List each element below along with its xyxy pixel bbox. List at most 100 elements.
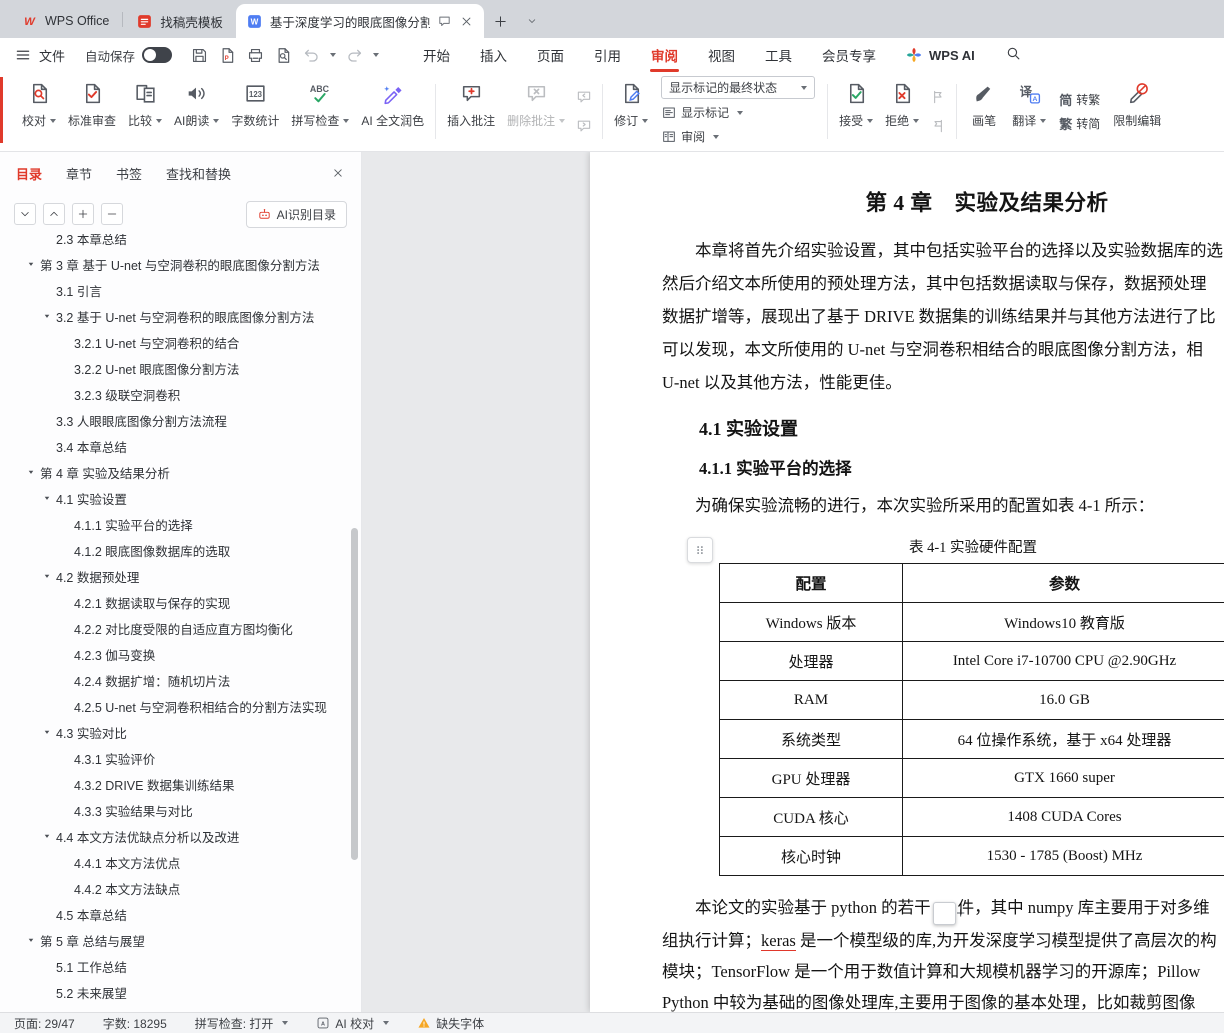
comment-bubble-icon[interactable] bbox=[437, 14, 452, 29]
outline-item[interactable]: 4.2.1 数据读取与保存的实现 bbox=[0, 589, 361, 615]
outline-item[interactable]: 4.2.4 数据扩增：随机切片法 bbox=[0, 667, 361, 693]
outline-item[interactable]: 第 5 章 总结与展望 bbox=[0, 927, 361, 953]
word-count-indicator[interactable]: 字数: 18295 bbox=[103, 1015, 167, 1032]
new-tab-button[interactable] bbox=[484, 4, 517, 38]
outline-item[interactable]: 3.2.2 U-net 眼底图像分割方法 bbox=[0, 355, 361, 381]
outline-item[interactable]: 4.5 本章总结 bbox=[0, 901, 361, 927]
redo-button[interactable] bbox=[341, 42, 367, 68]
outline-item[interactable]: 4.2.3 伽马变换 bbox=[0, 641, 361, 667]
outline-item[interactable]: 3.1 引言 bbox=[0, 277, 361, 303]
hardware-config-table[interactable]: 配置参数Windows 版本Windows10 教育版处理器Intel Core… bbox=[719, 563, 1224, 876]
menu-tab-0[interactable]: 开始 bbox=[408, 38, 465, 72]
print-preview-button[interactable] bbox=[270, 42, 296, 68]
sidebar-scrollbar[interactable] bbox=[351, 528, 358, 860]
outline-item[interactable]: 4.2.2 对比度受限的自适应直方图均衡化 bbox=[0, 615, 361, 641]
ink-brush-button[interactable]: 画笔 bbox=[962, 72, 1006, 151]
menu-tab-4[interactable]: 审阅 bbox=[636, 38, 693, 72]
standard-review-button[interactable]: 标准审查 bbox=[62, 72, 122, 151]
outline-item[interactable]: 4.3.3 实验结果与对比 bbox=[0, 797, 361, 823]
save-button[interactable] bbox=[186, 42, 212, 68]
zoom-in-outline-button[interactable] bbox=[72, 203, 94, 225]
markup-state-select[interactable]: 显示标记的最终状态 bbox=[661, 76, 815, 99]
reject-change-button[interactable]: 拒绝 bbox=[879, 72, 925, 151]
word-count-button[interactable]: 123字数统计 bbox=[225, 72, 285, 151]
translate-button[interactable]: 译A翻译 bbox=[1006, 72, 1052, 151]
menu-tab-6[interactable]: 工具 bbox=[750, 38, 807, 72]
menu-tab-3[interactable]: 引用 bbox=[579, 38, 636, 72]
outline-item[interactable]: 3.2.1 U-net 与空洞卷积的结合 bbox=[0, 329, 361, 355]
menu-tab-1[interactable]: 插入 bbox=[465, 38, 522, 72]
outline-item[interactable]: 4.4.2 本文方法缺点 bbox=[0, 875, 361, 901]
ai-proof-status[interactable]: A AI 校对 bbox=[316, 1015, 389, 1032]
tab-wps-home[interactable]: W WPS Office bbox=[8, 4, 122, 38]
sidebar-tab-2[interactable]: 书签 bbox=[116, 164, 142, 183]
show-markup-button[interactable]: 显示标记 bbox=[661, 102, 815, 123]
menu-tab-5[interactable]: 视图 bbox=[693, 38, 750, 72]
outline-item[interactable]: 4.1 实验设置 bbox=[0, 485, 361, 511]
traditional-to-simplified-button[interactable]: 繁转简 bbox=[1059, 113, 1100, 134]
print-button[interactable] bbox=[242, 42, 268, 68]
track-changes-button[interactable]: 修订 bbox=[608, 72, 654, 151]
outline-item[interactable]: 4.3.1 实验评价 bbox=[0, 745, 361, 771]
close-tab-icon[interactable] bbox=[459, 14, 474, 29]
sidebar-tab-0[interactable]: 目录 bbox=[16, 164, 42, 183]
outline-item[interactable]: 4.1.2 眼底图像数据库的选取 bbox=[0, 537, 361, 563]
outline-item[interactable]: 4.3.2 DRIVE 数据集训练结果 bbox=[0, 771, 361, 797]
zoom-out-outline-button[interactable] bbox=[101, 203, 123, 225]
accept-change-button[interactable]: 接受 bbox=[833, 72, 879, 151]
outline-item[interactable]: 3.4 本章总结 bbox=[0, 433, 361, 459]
compare-button[interactable]: 比较 bbox=[122, 72, 168, 151]
outline-item[interactable]: 3.2 基于 U-net 与空洞卷积的眼底图像分割方法 bbox=[0, 303, 361, 329]
close-sidebar-button[interactable] bbox=[331, 166, 345, 180]
reviewing-pane-button[interactable]: 审阅 bbox=[661, 126, 815, 147]
document-area[interactable]: 第 4 章 实验及结果分析 本章将首先介绍实验设置，其中包括实验平台的选择以及实… bbox=[362, 152, 1224, 1012]
outline-item[interactable]: 5.2 未来展望 bbox=[0, 979, 361, 1005]
outline-item[interactable]: 5.1 工作总结 bbox=[0, 953, 361, 979]
tab-active-document[interactable]: W 基于深度学习的眼底图像分割 bbox=[236, 4, 484, 38]
spellcheck-status[interactable]: 拼写检查: 打开 bbox=[195, 1015, 289, 1032]
restrict-editing-button[interactable]: 限制编辑 bbox=[1107, 72, 1167, 151]
outline-item[interactable]: 3.2.3 级联空洞卷积 bbox=[0, 381, 361, 407]
simplified-to-traditional-button[interactable]: 简转繁 bbox=[1059, 89, 1100, 110]
wps-ai-button[interactable]: WPS AI bbox=[905, 46, 975, 64]
table-drag-handle[interactable] bbox=[687, 537, 713, 563]
outline-item[interactable]: 4.4 本文方法优缺点分析以及改进 bbox=[0, 823, 361, 849]
ai-recognize-toc-button[interactable]: AI识别目录 bbox=[246, 201, 347, 228]
file-menu-button[interactable]: 文件 bbox=[14, 46, 65, 65]
insert-comment-button[interactable]: 插入批注 bbox=[441, 72, 501, 151]
undo-button[interactable] bbox=[298, 42, 324, 68]
search-button[interactable] bbox=[1005, 45, 1022, 65]
sidebar-tab-1[interactable]: 章节 bbox=[66, 164, 92, 183]
outline-item[interactable]: 第 3 章 基于 U-net 与空洞卷积的眼底图像分割方法 bbox=[0, 251, 361, 277]
menu-tab-2[interactable]: 页面 bbox=[522, 38, 579, 72]
spellcheck-button[interactable]: ABC拼写检查 bbox=[285, 72, 355, 151]
sidebar-tab-3[interactable]: 查找和替换 bbox=[166, 164, 231, 183]
outline-item[interactable]: 3.3 人眼眼底图像分割方法流程 bbox=[0, 407, 361, 433]
previous-change-button[interactable] bbox=[928, 87, 948, 107]
missing-font-warning[interactable]: 缺失字体 bbox=[417, 1015, 484, 1032]
document-page[interactable]: 第 4 章 实验及结果分析 本章将首先介绍实验设置，其中包括实验平台的选择以及实… bbox=[590, 152, 1224, 1012]
outline-item[interactable]: 4.3 实验对比 bbox=[0, 719, 361, 745]
outline-item[interactable]: 4.1.1 实验平台的选择 bbox=[0, 511, 361, 537]
outline-item[interactable]: 2.3 本章总结 bbox=[0, 234, 361, 251]
document-body[interactable]: 第 4 章 实验及结果分析 本章将首先介绍实验设置，其中包括实验平台的选择以及实… bbox=[590, 152, 1224, 1012]
tab-list-button[interactable] bbox=[517, 4, 547, 38]
previous-comment-button[interactable] bbox=[574, 87, 594, 107]
export-pdf-button[interactable]: P bbox=[214, 42, 240, 68]
delete-comment-button[interactable]: 删除批注 bbox=[501, 72, 571, 151]
proofread-button[interactable]: 校对 bbox=[16, 72, 62, 151]
next-change-button[interactable] bbox=[928, 116, 948, 136]
tab-template-document[interactable]: 找稿壳模板 bbox=[123, 4, 236, 38]
expand-all-button[interactable] bbox=[43, 203, 65, 225]
outline-item[interactable]: 第 4 章 实验及结果分析 bbox=[0, 459, 361, 485]
autosave-toggle[interactable] bbox=[142, 47, 172, 63]
table-insert-row-button[interactable]: + bbox=[933, 902, 956, 925]
outline-item[interactable]: 4.2.5 U-net 与空洞卷积相结合的分割方法实现 bbox=[0, 693, 361, 719]
undo-history-button[interactable] bbox=[326, 53, 339, 57]
menu-tab-7[interactable]: 会员专享 bbox=[807, 38, 891, 72]
next-comment-button[interactable] bbox=[574, 116, 594, 136]
outline-item[interactable]: 4.4.1 本文方法优点 bbox=[0, 849, 361, 875]
outline-item[interactable]: 4.2 数据预处理 bbox=[0, 563, 361, 589]
page-indicator[interactable]: 页面: 29/47 bbox=[14, 1015, 75, 1032]
redo-history-button[interactable] bbox=[369, 53, 382, 57]
